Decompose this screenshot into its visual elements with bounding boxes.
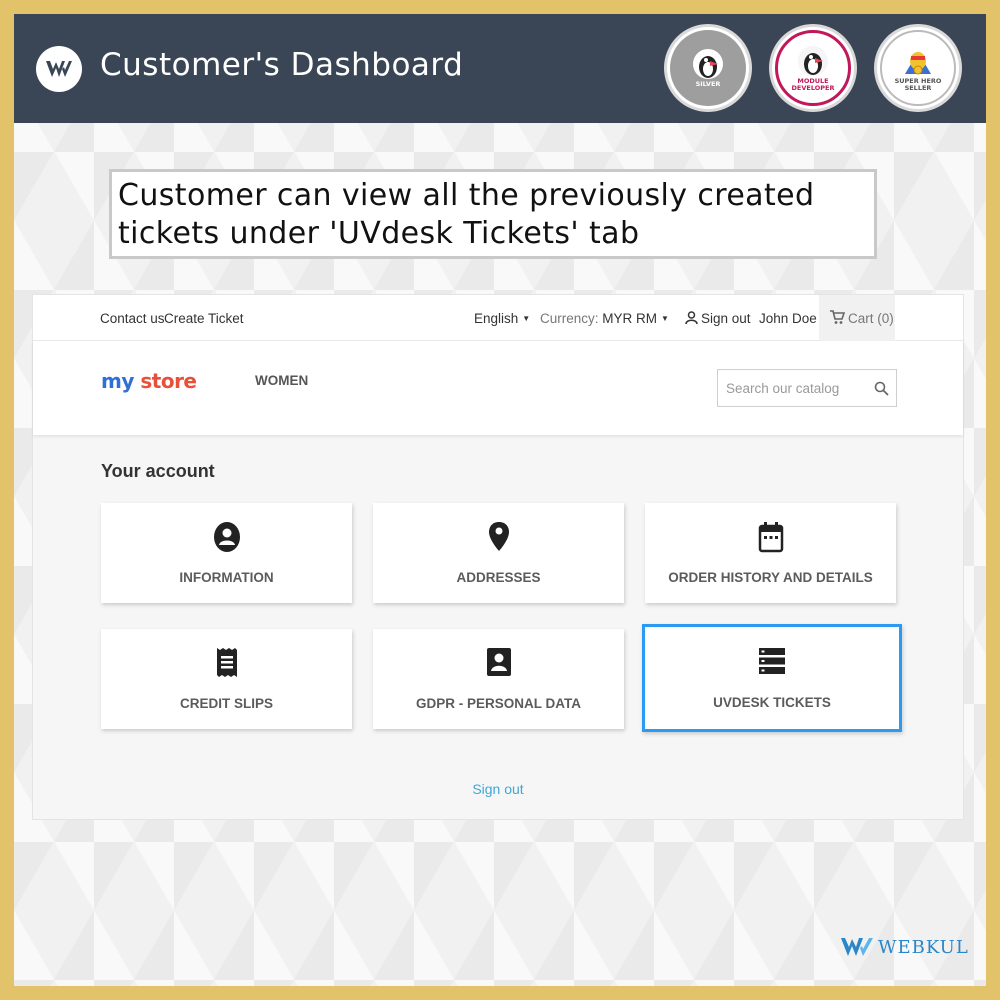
tile-uvdesk-tickets-label: UVDESK TICKETS bbox=[713, 695, 831, 710]
badge-silver-label: SILVER bbox=[695, 80, 721, 89]
top-bar: Contact us Create Ticket English ▼ Curren… bbox=[33, 295, 963, 341]
page-frame: Customer's Dashboard SILVER MODULE DEVEL… bbox=[14, 14, 986, 986]
badge-module-label: MODULE DEVELOPER bbox=[791, 76, 835, 92]
webkul-logo bbox=[36, 46, 82, 92]
cart-button[interactable]: Cart (0) bbox=[819, 295, 895, 341]
tile-information[interactable]: INFORMATION bbox=[101, 503, 352, 603]
language-selector[interactable]: English ▼ bbox=[474, 311, 530, 326]
chevron-down-icon: ▼ bbox=[661, 314, 669, 323]
create-ticket-link[interactable]: Create Ticket bbox=[164, 311, 244, 326]
caption-line-1: Customer can view all the previously cre… bbox=[118, 178, 815, 213]
tile-gdpr[interactable]: GDPR - PERSONAL DATA bbox=[373, 629, 624, 729]
contact-card-icon bbox=[486, 648, 511, 676]
webkul-logo-icon bbox=[46, 61, 72, 77]
user-icon bbox=[685, 311, 698, 325]
store-header: my store WOMEN Search our catalog bbox=[33, 341, 963, 435]
nav-item-women[interactable]: WOMEN bbox=[255, 373, 308, 388]
sign-out-label: Sign out bbox=[701, 311, 751, 326]
puffin-icon bbox=[693, 49, 723, 80]
title-banner: Customer's Dashboard SILVER MODULE DEVEL… bbox=[14, 14, 986, 123]
prestashop-module-developer-badge: MODULE DEVELOPER bbox=[769, 24, 857, 112]
account-circle-icon bbox=[213, 522, 240, 552]
contact-us-link[interactable]: Contact us bbox=[100, 311, 165, 326]
your-account-title: Your account bbox=[101, 461, 215, 481]
tile-credit-slips[interactable]: CREDIT SLIPS bbox=[101, 629, 352, 729]
tile-addresses-label: ADDRESSES bbox=[456, 570, 541, 585]
cart-label: Cart (0) bbox=[848, 311, 894, 326]
tile-uvdesk-tickets[interactable]: UVDESK TICKETS bbox=[642, 624, 902, 732]
caption-line-2: tickets under 'UVdesk Tickets' tab bbox=[118, 216, 640, 251]
store-logo[interactable]: my store bbox=[101, 369, 197, 393]
storage-list-icon bbox=[759, 648, 785, 674]
prestashop-super-hero-badge: SUPER HERO SELLER bbox=[874, 24, 962, 112]
receipt-icon bbox=[216, 648, 237, 677]
webkul-logo-icon bbox=[841, 938, 873, 956]
store-logo-store: store bbox=[140, 369, 197, 393]
location-pin-icon bbox=[488, 522, 509, 551]
caption-box: Customer can view all the previously cre… bbox=[109, 169, 877, 259]
calendar-icon bbox=[758, 522, 783, 553]
tile-information-label: INFORMATION bbox=[179, 570, 274, 585]
store-page: Contact us Create Ticket English ▼ Curren… bbox=[32, 294, 964, 820]
language-value: English bbox=[474, 311, 519, 326]
sign-out-top-link[interactable]: Sign out bbox=[685, 311, 751, 326]
currency-selector[interactable]: Currency: MYR RM ▼ bbox=[540, 311, 669, 326]
prestashop-silver-badge: SILVER bbox=[664, 24, 752, 112]
badge-hero-label: SUPER HERO SELLER bbox=[894, 76, 942, 92]
chevron-down-icon: ▼ bbox=[522, 314, 531, 323]
search-placeholder: Search our catalog bbox=[726, 381, 840, 396]
search-icon[interactable] bbox=[874, 381, 889, 396]
tile-addresses[interactable]: ADDRESSES bbox=[373, 503, 624, 603]
currency-value: MYR RM bbox=[602, 311, 658, 326]
sign-out-link[interactable]: Sign out bbox=[33, 781, 963, 797]
tile-order-history[interactable]: ORDER HISTORY AND DETAILS bbox=[645, 503, 896, 603]
tile-order-history-label: ORDER HISTORY AND DETAILS bbox=[668, 570, 873, 585]
tile-credit-slips-label: CREDIT SLIPS bbox=[179, 696, 273, 711]
hero-puffin-icon bbox=[905, 51, 931, 75]
webkul-text: WEBKUL bbox=[878, 936, 969, 958]
tile-gdpr-label: GDPR - PERSONAL DATA bbox=[415, 696, 581, 711]
user-name[interactable]: John Doe bbox=[759, 311, 817, 326]
currency-label: Currency: bbox=[540, 311, 599, 326]
webkul-brand: WEBKUL bbox=[840, 936, 969, 958]
cart-icon bbox=[830, 310, 845, 324]
puffin-icon bbox=[798, 45, 828, 76]
search-input[interactable]: Search our catalog bbox=[717, 369, 897, 407]
store-logo-my: my bbox=[101, 369, 134, 393]
banner-title: Customer's Dashboard bbox=[100, 47, 464, 83]
